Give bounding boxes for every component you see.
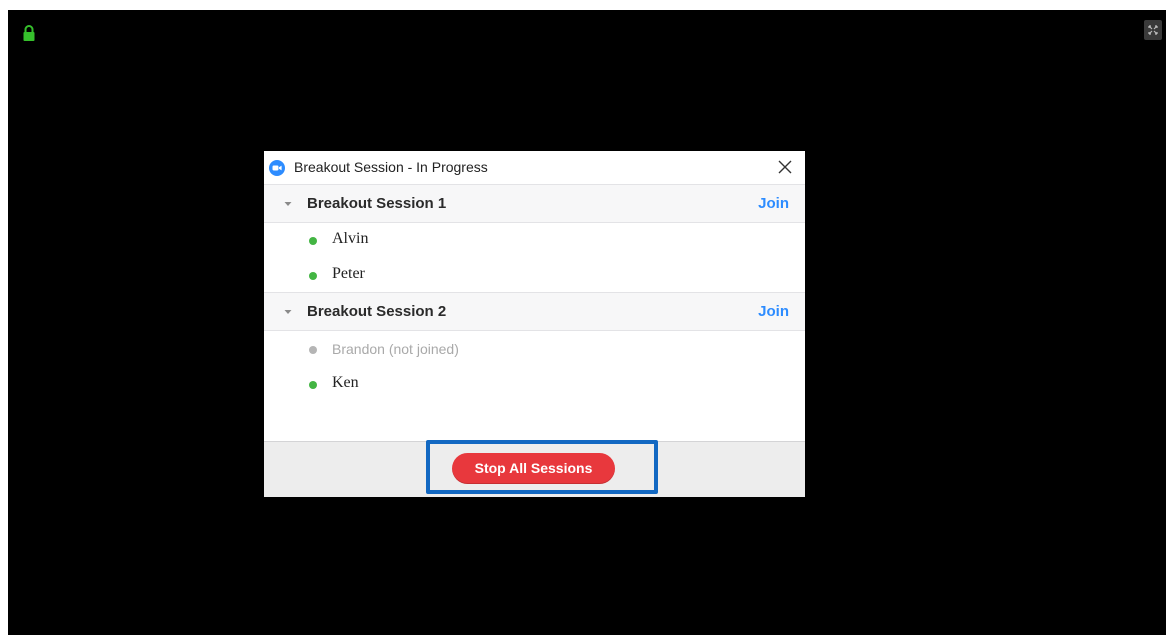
participant-row: Brandon (not joined): [264, 332, 805, 366]
status-joined-icon: [309, 381, 317, 389]
zoom-app-icon: [269, 160, 285, 176]
status-not-joined-icon: [309, 346, 317, 354]
status-joined-icon: [309, 272, 317, 280]
lock-icon[interactable]: [22, 24, 36, 42]
participant-row: Peter: [264, 258, 805, 292]
participant-name: Brandon (not joined): [332, 341, 459, 357]
stop-all-sessions-button[interactable]: Stop All Sessions: [452, 453, 615, 484]
close-icon[interactable]: [773, 155, 797, 179]
session-name: Breakout Session 2: [307, 303, 447, 320]
chevron-down-icon[interactable]: [283, 307, 293, 317]
participant-name: Alvin: [332, 230, 369, 247]
participant-row: Alvin: [264, 223, 805, 257]
close-button[interactable]: [773, 155, 797, 179]
participant-name: Peter: [332, 265, 365, 282]
dialog-titlebar: Breakout Session - In Progress: [264, 151, 805, 184]
session-header-2[interactable]: Breakout Session 2 Join: [264, 292, 805, 331]
participant-row: Ken: [264, 367, 805, 401]
join-session-1-link[interactable]: Join: [758, 195, 789, 212]
session-header-1[interactable]: Breakout Session 1 Join: [264, 184, 805, 223]
chevron-down-icon[interactable]: [283, 199, 293, 209]
status-joined-icon: [309, 237, 317, 245]
session-name: Breakout Session 1: [307, 195, 447, 212]
fullscreen-icon[interactable]: [1144, 20, 1162, 40]
participant-name: Ken: [332, 374, 359, 391]
dialog-title: Breakout Session - In Progress: [294, 159, 488, 175]
join-session-2-link[interactable]: Join: [758, 303, 789, 320]
